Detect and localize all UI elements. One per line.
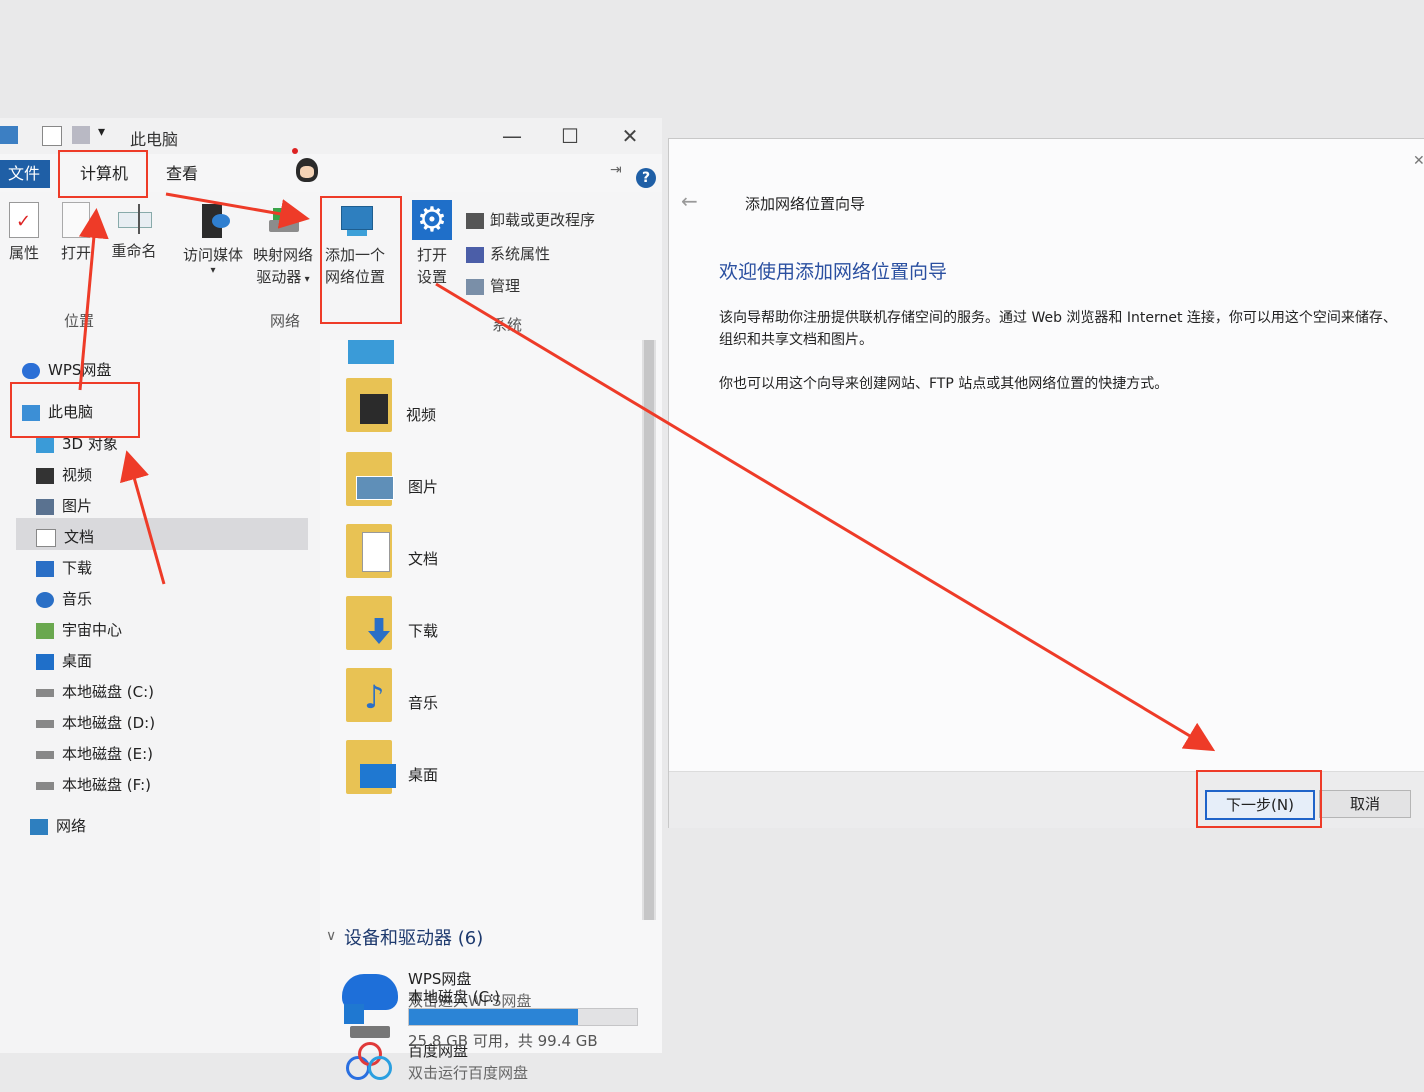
annotation-arrow-4 <box>435 282 1216 752</box>
device-desc: 双击运行百度网盘 <box>408 1064 529 1082</box>
annotation-arrow-1 <box>120 450 166 585</box>
annotation-arrow-3 <box>165 192 310 229</box>
annotation-arrow-2 <box>78 208 109 391</box>
annotation-arrows <box>78 192 1216 752</box>
